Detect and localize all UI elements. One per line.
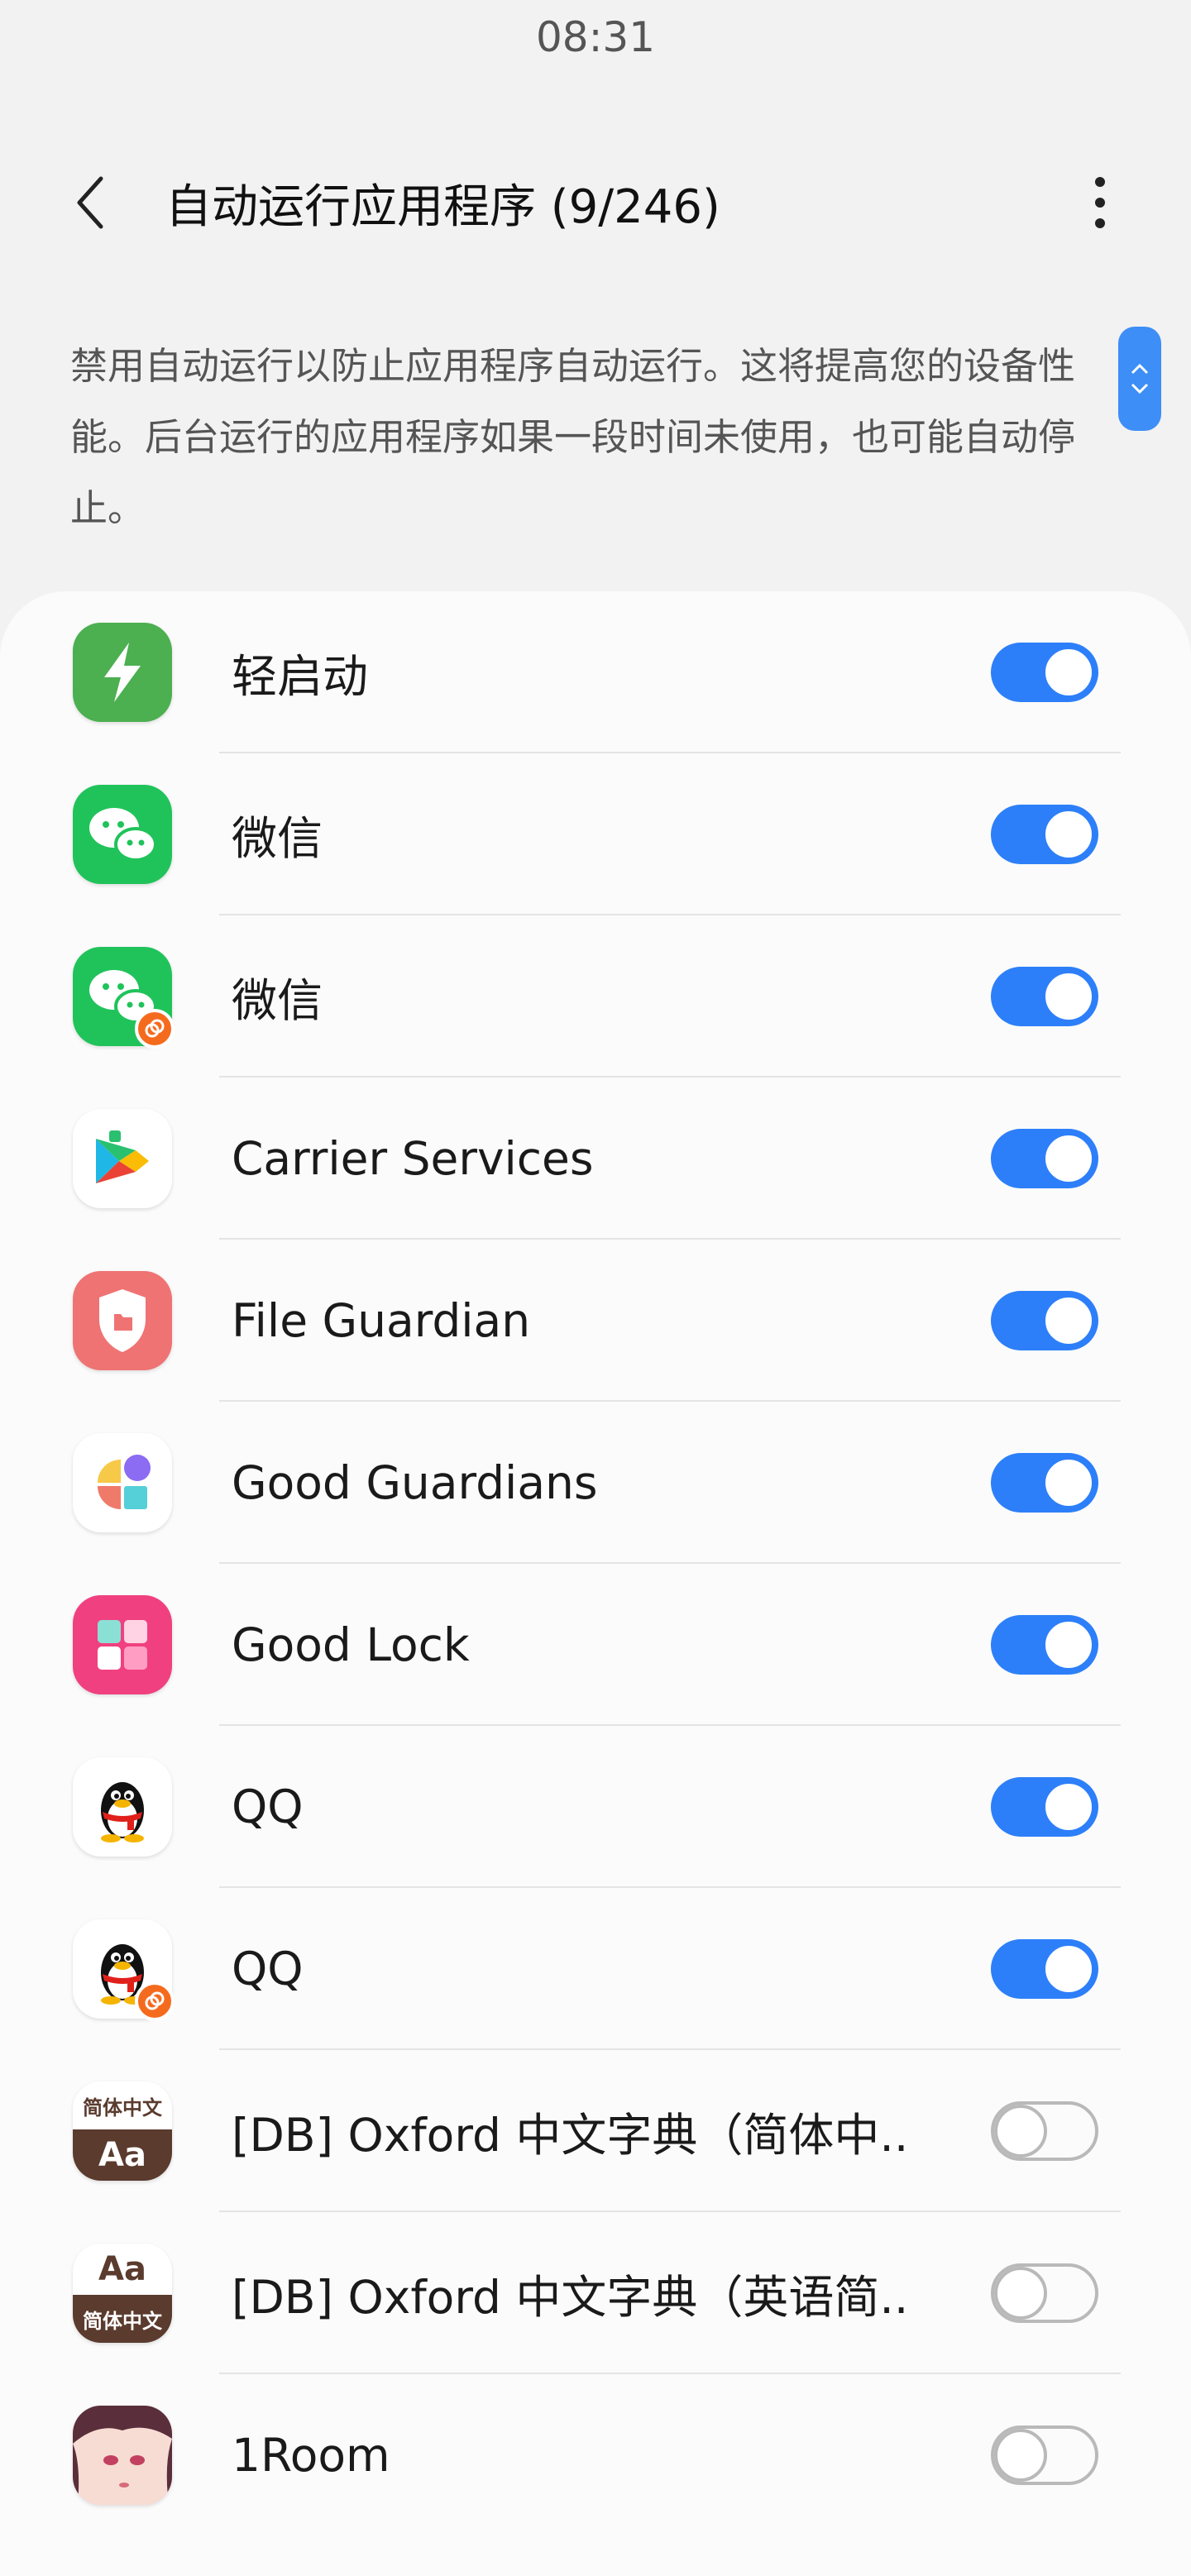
clock: 08:31 xyxy=(535,13,656,61)
description-text: 禁用自动运行以防止应用程序自动运行。这将提高您的设备性能。后台运行的应用程序如果… xyxy=(70,344,1076,530)
icon-label-top: Aa xyxy=(73,2244,172,2295)
app-name: 1Room xyxy=(232,2429,390,2482)
app-name: 轻启动 xyxy=(232,650,369,703)
autorun-toggle[interactable] xyxy=(991,643,1098,702)
good-lock-icon xyxy=(73,1595,172,1694)
autorun-toggle[interactable] xyxy=(991,1453,1098,1513)
list-item[interactable]: 简体中文 Aa [DB] Oxford 中文字典（简体中.. xyxy=(0,2050,1191,2212)
chevron-left-icon xyxy=(77,176,103,229)
app-name: [DB] Oxford 中文字典（简体中.. xyxy=(232,2109,909,2162)
page-title: 自动运行应用程序 (9/246) xyxy=(165,179,720,234)
app-name: Carrier Services xyxy=(232,1132,594,1185)
1room-icon xyxy=(73,2406,172,2505)
dual-app-badge-icon xyxy=(135,1981,175,2021)
oxford-dict-zh-icon: 简体中文 Aa xyxy=(73,2081,172,2181)
qq-icon xyxy=(73,1757,172,1857)
app-name: Good Lock xyxy=(232,1618,470,1671)
list-item[interactable]: 微信 xyxy=(0,915,1191,1078)
back-button[interactable] xyxy=(58,153,124,252)
autorun-toggle[interactable] xyxy=(991,2425,1098,2485)
icon-label-top: 简体中文 xyxy=(73,2081,172,2129)
autorun-toggle[interactable] xyxy=(991,2101,1098,2161)
wechat-icon xyxy=(73,785,172,884)
carrier-services-icon xyxy=(73,1109,172,1208)
oxford-dict-en-icon: Aa 简体中文 xyxy=(73,2244,172,2343)
good-guardians-icon xyxy=(73,1433,172,1532)
list-item[interactable]: QQ xyxy=(0,1726,1191,1888)
icon-label-bottom: Aa xyxy=(73,2129,172,2181)
autorun-toggle[interactable] xyxy=(991,1615,1098,1675)
app-name: Good Guardians xyxy=(232,1456,598,1509)
list-item[interactable]: Carrier Services xyxy=(0,1078,1191,1240)
list-item[interactable]: Good Lock xyxy=(0,1564,1191,1726)
more-options-button[interactable] xyxy=(1067,153,1133,252)
list-item[interactable]: QQ xyxy=(0,1888,1191,2050)
autorun-toggle[interactable] xyxy=(991,967,1098,1026)
chevron-up-icon xyxy=(1131,363,1149,375)
list-item[interactable]: Aa 简体中文 [DB] Oxford 中文字典（英语简.. xyxy=(0,2212,1191,2374)
autorun-toggle[interactable] xyxy=(991,805,1098,864)
list-item[interactable]: Good Guardians xyxy=(0,1402,1191,1564)
dual-app-badge-icon xyxy=(135,1009,175,1049)
fast-scroll-handle[interactable] xyxy=(1118,327,1161,431)
list-item[interactable]: File Guardian xyxy=(0,1240,1191,1402)
app-name: 微信 xyxy=(232,812,323,865)
file-guardian-icon xyxy=(73,1271,172,1370)
status-bar: 08:31 xyxy=(0,0,1191,149)
autorun-toggle[interactable] xyxy=(991,1129,1098,1188)
autorun-toggle[interactable] xyxy=(991,2263,1098,2323)
app-bar: 自动运行应用程序 (9/246) xyxy=(0,153,1191,252)
app-name: QQ xyxy=(232,1943,304,1995)
list-item[interactable]: 1Room xyxy=(0,2374,1191,2536)
app-name: [DB] Oxford 中文字典（英语简.. xyxy=(232,2271,909,2324)
chevron-down-icon xyxy=(1131,383,1149,394)
app-name: QQ xyxy=(232,1780,304,1833)
list-item[interactable]: 微信 xyxy=(0,753,1191,915)
app-name: File Guardian xyxy=(232,1294,531,1347)
app-name: 微信 xyxy=(232,974,323,1027)
list-item[interactable]: 轻启动 xyxy=(0,591,1191,753)
icon-label-bottom: 简体中文 xyxy=(73,2295,172,2343)
autorun-toggle[interactable] xyxy=(991,1291,1098,1350)
lightning-icon xyxy=(73,623,172,722)
autorun-toggle[interactable] xyxy=(991,1777,1098,1837)
autorun-toggle[interactable] xyxy=(991,1939,1098,1999)
more-vertical-icon xyxy=(1095,177,1105,228)
app-list-card: 轻启动 微信 微信 Carrier Services File Guardian… xyxy=(0,591,1191,2576)
